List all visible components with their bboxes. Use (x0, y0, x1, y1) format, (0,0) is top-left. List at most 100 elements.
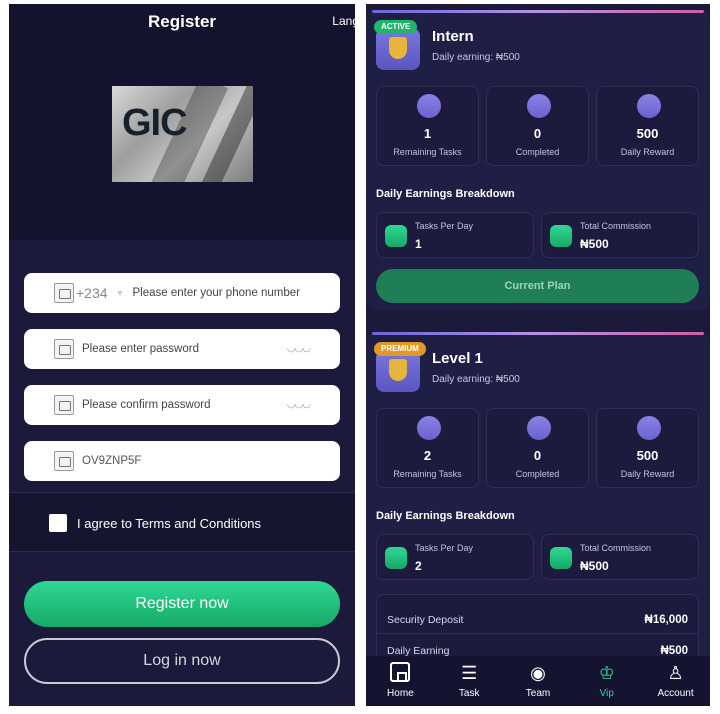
stat-value: 1 (423, 126, 432, 141)
status-badge: PREMIUM (374, 342, 426, 356)
page-title: Register (147, 12, 217, 31)
nav-label: Account (657, 688, 694, 699)
breakdown-icon (385, 547, 407, 569)
current-plan-button[interactable]: Current Plan (376, 269, 699, 303)
stat-icon (527, 416, 551, 440)
user-circle-icon: ◉ (530, 663, 546, 683)
chevron-down-icon[interactable]: ▼ (116, 288, 125, 298)
person-icon: ♙ (667, 663, 684, 683)
plan-card-intern: ACTIVE Intern Daily earning: ₦500 1 Rema… (366, 10, 710, 310)
breakdown-value: ₦500 (580, 559, 609, 573)
gic-logo: GIC (112, 86, 253, 182)
nav-vip[interactable]: ♔ Vip (572, 656, 641, 706)
breakdown-total-commission: Total Commission ₦500 (541, 212, 699, 258)
screenshot-collage: Register Lang GIC +234 ▼ Please enter yo… (0, 0, 720, 714)
breakdown-value: ₦500 (580, 237, 609, 251)
home-icon (389, 662, 411, 684)
status-badge: ACTIVE (374, 20, 418, 34)
password-input[interactable]: Please enter password (82, 343, 199, 355)
breakdown-tasks-per-day: Tasks Per Day 2 (376, 534, 534, 580)
lock-icon (54, 339, 74, 359)
breakdown-label: Tasks Per Day (415, 543, 474, 553)
stat-daily-reward: 500 Daily Reward (596, 86, 699, 166)
stat-icon (417, 416, 441, 440)
plan-daily-earning: Daily earning: ₦500 (432, 374, 520, 385)
stat-label: Daily Reward (620, 469, 675, 479)
nav-team[interactable]: ◉ Team (504, 656, 573, 706)
shield-icon (389, 359, 407, 381)
detail-row-security-deposit: Security Deposit ₦16,000 (387, 614, 688, 642)
breakdown-icon (385, 225, 407, 247)
nav-task[interactable]: ☰ Task (435, 656, 504, 706)
eye-closed-icon[interactable]: ◡◡◡ (287, 343, 311, 354)
stat-value: 500 (636, 448, 659, 463)
terms-label[interactable]: I agree to Terms and Conditions (77, 516, 261, 531)
plan-badge-icon (376, 350, 420, 392)
card-glow (372, 10, 704, 13)
breakdown-label: Total Commission (580, 221, 652, 231)
stat-remaining-tasks: 2 Remaining Tasks (376, 408, 479, 488)
stat-label: Daily Reward (620, 147, 675, 157)
stat-label: Remaining Tasks (393, 469, 462, 479)
phone-icon (54, 283, 74, 303)
stat-icon (637, 94, 661, 118)
stat-label: Remaining Tasks (393, 147, 462, 157)
phone-input[interactable]: Please enter your phone number (132, 287, 300, 299)
shield-icon (389, 37, 407, 59)
nav-label: Team (525, 688, 551, 699)
nav-home[interactable]: Home (366, 656, 435, 706)
language-selector[interactable]: Lang (332, 14, 355, 28)
breakdown-icon (550, 547, 572, 569)
bottom-nav: Home ☰ Task ◉ Team ♔ Vip ♙ Account (366, 656, 710, 706)
breakdown-title: Daily Earnings Breakdown (376, 188, 515, 200)
breakdown-label: Total Commission (580, 543, 652, 553)
sliders-icon: ☰ (461, 663, 478, 683)
stat-completed: 0 Completed (486, 408, 589, 488)
login-button[interactable]: Log in now (24, 638, 340, 684)
detail-label: Security Deposit (387, 614, 464, 626)
terms-row: I agree to Terms and Conditions (9, 492, 355, 552)
nav-label: Vip (599, 688, 614, 699)
breakdown-icon (550, 225, 572, 247)
invite-code-input[interactable]: OV9ZNP5F (82, 455, 141, 467)
divider (377, 633, 698, 634)
breakdown-total-commission: Total Commission ₦500 (541, 534, 699, 580)
stat-value: 0 (533, 126, 542, 141)
stat-value: 2 (423, 448, 432, 463)
stat-value: 0 (533, 448, 542, 463)
lock-icon (54, 395, 74, 415)
detail-value: ₦16,000 (644, 614, 688, 626)
breakdown-label: Tasks Per Day (415, 221, 474, 231)
breakdown-value: 1 (415, 237, 422, 251)
plan-name: Level 1 (432, 350, 483, 367)
breakdown-title: Daily Earnings Breakdown (376, 510, 515, 522)
stat-label: Completed (515, 469, 560, 479)
stat-remaining-tasks: 1 Remaining Tasks (376, 86, 479, 166)
plan-badge-icon (376, 28, 420, 70)
confirm-password-input[interactable]: Please confirm password (82, 399, 210, 411)
vip-screen: ACTIVE Intern Daily earning: ₦500 1 Rema… (366, 4, 710, 706)
stat-icon (417, 94, 441, 118)
breakdown-tasks-per-day: Tasks Per Day 1 (376, 212, 534, 258)
stat-icon (527, 94, 551, 118)
stat-icon (637, 416, 661, 440)
plan-daily-earning: Daily earning: ₦500 (432, 52, 520, 63)
logo-text: GIC (122, 102, 188, 144)
eye-closed-icon[interactable]: ◡◡◡ (287, 399, 311, 410)
terms-checkbox[interactable] (49, 514, 67, 532)
invite-code-field[interactable]: OV9ZNP5F (24, 441, 340, 481)
code-icon (54, 451, 74, 471)
country-code[interactable]: +234 (76, 285, 108, 301)
stat-daily-reward: 500 Daily Reward (596, 408, 699, 488)
phone-field[interactable]: +234 ▼ Please enter your phone number (24, 273, 340, 313)
stat-completed: 0 Completed (486, 86, 589, 166)
register-button[interactable]: Register now (24, 581, 340, 627)
register-header: Register Lang GIC (9, 4, 355, 240)
plan-card-level-1: PREMIUM Level 1 Daily earning: ₦500 2 Re… (366, 332, 710, 706)
nav-label: Home (387, 688, 414, 699)
confirm-password-field[interactable]: Please confirm password ◡◡◡ (24, 385, 340, 425)
password-field[interactable]: Please enter password ◡◡◡ (24, 329, 340, 369)
breakdown-value: 2 (415, 559, 422, 573)
plan-name: Intern (432, 28, 474, 45)
nav-account[interactable]: ♙ Account (641, 656, 710, 706)
